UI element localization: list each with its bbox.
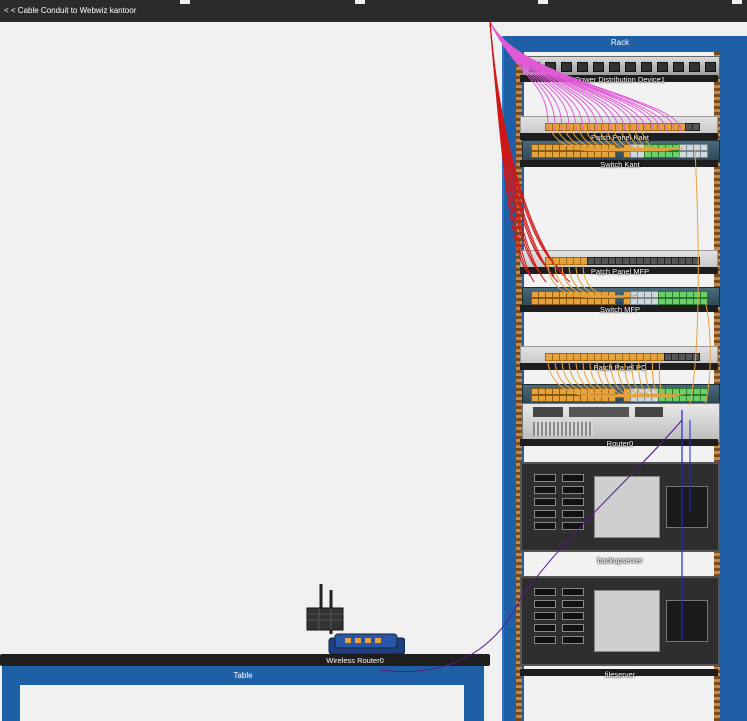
rack-title: Rack [610,38,630,47]
switch-port[interactable] [608,144,616,151]
back-to-cable-conduit-link[interactable]: < < Cable Conduit to Webwiz kantoor [4,6,136,15]
switch-port[interactable] [608,298,616,305]
switch-port[interactable] [700,395,708,402]
fileserver[interactable] [520,576,720,666]
switch-2[interactable] [522,384,720,404]
switch-port[interactable] [700,151,708,158]
device-label-fileserver: fileserver [604,670,636,679]
switch-port[interactable] [608,291,616,298]
device-label-pdu: Power Distribution Device1 [574,75,666,84]
power-distribution-device[interactable] [522,56,720,77]
table-label: Table [233,671,253,680]
device-label-patch-panel-mfp: Patch Panel MFP [590,267,650,276]
switch-port[interactable] [608,395,616,402]
switch-mfp[interactable] [522,287,720,307]
switch-1[interactable] [522,140,720,162]
patch-port[interactable] [692,123,700,131]
device-label-switch-1: Switch Kant [600,160,640,169]
backupserver[interactable] [520,462,720,552]
patch-port[interactable] [692,353,700,361]
switch-port[interactable] [608,151,616,158]
router0[interactable] [522,403,720,441]
device-label-patch-panel-pc: Patch Panel PC [593,363,647,372]
switch-port[interactable] [700,291,708,298]
switch-port[interactable] [700,388,708,395]
patch-port[interactable] [692,257,700,265]
device-label-switch-mfp: Switch MFP [599,305,640,314]
wireless-router-icon [306,584,406,655]
table-top [0,654,490,666]
switch-port[interactable] [608,388,616,395]
switch-port[interactable] [700,144,708,151]
wireless-router0[interactable] [305,580,406,655]
device-label-backupserver: backupserver [597,556,643,565]
switch-port[interactable] [700,298,708,305]
title-bar: < < Cable Conduit to Webwiz kantoor [0,0,747,22]
table-interior [20,685,464,721]
device-label-router0: Router0 [606,439,634,448]
device-label-wireless-router0: Wireless Router0 [326,656,384,665]
